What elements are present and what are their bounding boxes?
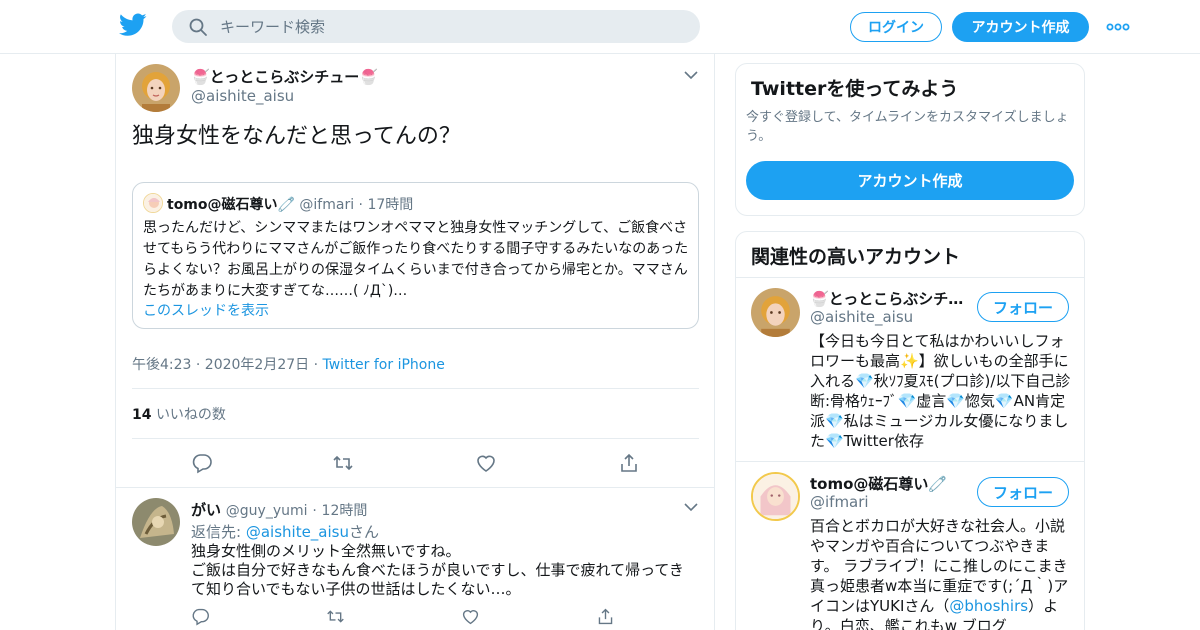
show-thread-link[interactable]: このスレッドを表示 [143, 300, 269, 320]
chevron-down-icon[interactable] [684, 502, 698, 512]
quote-time: 17時間 [367, 197, 414, 213]
main-tweet-column: 🍧とっとこらぶシチュー🍧 @aishite_aisu 独身女性をなんだと思ってん… [115, 54, 715, 630]
tweet-source-link[interactable]: Twitter for iPhone [323, 357, 445, 373]
account-avatar-image [753, 474, 798, 519]
like-icon[interactable] [475, 452, 497, 474]
like-icon[interactable] [461, 607, 480, 626]
signup-button[interactable]: アカウント作成 [952, 12, 1089, 42]
top-navigation-bar: ログイン アカウント作成 [0, 0, 1200, 54]
follow-button[interactable]: フォロー [977, 477, 1069, 507]
divider [116, 487, 714, 488]
avatar[interactable] [132, 64, 180, 112]
quote-header: tomo@磁石尊い🧷 @ifmari · 17時間 [167, 194, 413, 214]
share-icon[interactable] [618, 452, 640, 474]
quote-avatar [143, 193, 163, 213]
account-bio-mention-link[interactable]: @bhoshirs [949, 597, 1028, 615]
reply-icon[interactable] [191, 452, 213, 474]
sidebar-signup-button[interactable]: アカウント作成 [746, 161, 1074, 200]
divider [736, 461, 1084, 462]
reply-author-handle[interactable]: @guy_yumi [226, 503, 308, 519]
related-accounts-title: 関連性の高いアカウント [751, 246, 961, 268]
chevron-down-icon[interactable] [684, 70, 698, 80]
account-name[interactable]: tomo@磁石尊い🧷 [810, 473, 970, 494]
tweet-text: 独身女性をなんだと思ってんの？ [132, 124, 461, 149]
reply-author-name[interactable]: がい [191, 501, 221, 519]
divider [132, 388, 699, 389]
try-twitter-subtitle: 今すぐ登録して、タイムラインをカスタマイズしましょう。 [746, 110, 1069, 144]
reply-header: がい @guy_yumi · 12時間 [191, 499, 367, 520]
quote-author-name: tomo@磁石尊い🧷 [167, 197, 295, 213]
account-avatar[interactable] [751, 288, 800, 337]
avatar-image [132, 64, 180, 112]
account-avatar[interactable] [751, 472, 800, 521]
quote-avatar-image [144, 194, 162, 212]
reply-text: 独身女性側のメリット全然無いですね。 ご飯は自分で好きなもん食べたほうが良いです… [191, 542, 684, 598]
search-bar[interactable] [172, 10, 700, 43]
account-bio: 百合とボカロが大好きな社会人。小説やマンガや百合についてつぶやきます。 ラブライ… [810, 516, 1072, 630]
related-accounts-card: 関連性の高いアカウント 🍧とっとこらぶシチュー🍧 @aishite_aisu フ… [735, 231, 1085, 630]
reply-icon[interactable] [191, 607, 210, 626]
retweet-icon[interactable] [326, 607, 345, 626]
reply-to-prefix: 返信先: [191, 523, 242, 541]
share-icon[interactable] [596, 607, 615, 626]
reply-dot: · [312, 503, 317, 519]
quote-text: 思ったんだけど、シンママまたはワンオペママと独身女性マッチングして、ご飯食べさせ… [143, 220, 689, 299]
reply-to-suffix: さん [348, 523, 379, 541]
likes-stat[interactable]: 14 いいねの数 [132, 404, 226, 424]
reply-avatar[interactable] [132, 498, 180, 546]
quote-dot: · [358, 197, 363, 213]
retweet-icon[interactable] [332, 452, 354, 474]
try-twitter-card: Twitterを使ってみよう 今すぐ登録して、タイムラインをカスタマイズしましょ… [735, 63, 1085, 216]
reply-to-line: 返信先: @aishite_aisuさん [191, 521, 379, 542]
tweet-author-handle[interactable]: @aishite_aisu [191, 87, 294, 105]
search-input[interactable] [220, 10, 680, 43]
account-handle[interactable]: @ifmari [810, 493, 869, 511]
account-avatar-image [751, 288, 800, 337]
quoted-tweet[interactable]: tomo@磁石尊い🧷 @ifmari · 17時間 思ったんだけど、シンママまた… [132, 182, 699, 329]
try-twitter-title: Twitterを使ってみよう [751, 78, 959, 100]
divider [736, 277, 1084, 278]
tweet-author-name[interactable]: 🍧とっとこらぶシチュー🍧 [191, 66, 378, 87]
follow-button[interactable]: フォロー [977, 292, 1069, 322]
account-name[interactable]: 🍧とっとこらぶシチュー🍧 [810, 288, 970, 309]
likes-count: 14 [132, 407, 152, 423]
search-icon [189, 18, 207, 36]
likes-label: いいねの数 [155, 407, 226, 423]
account-handle[interactable]: @aishite_aisu [810, 308, 913, 326]
more-icon[interactable] [1106, 18, 1130, 36]
twitter-bird-icon[interactable] [119, 13, 147, 37]
divider [132, 438, 699, 439]
account-bio: 【今日も今日とて私はかわいいしフォロワーも最高✨】欲しいもの全部手に入れる💎秋ｿ… [810, 332, 1071, 450]
tweet-timestamp: 午後4:23 · 2020年2月27日 · [132, 357, 319, 373]
tweet-timestamp-line: 午後4:23 · 2020年2月27日 · Twitter for iPhone [132, 354, 445, 374]
reply-to-handle-link[interactable]: @aishite_aisu [246, 523, 349, 541]
reply-time[interactable]: 12時間 [322, 503, 368, 519]
quote-author-handle: @ifmari [299, 197, 355, 213]
reply-avatar-image [132, 498, 180, 546]
login-button[interactable]: ログイン [850, 12, 942, 42]
